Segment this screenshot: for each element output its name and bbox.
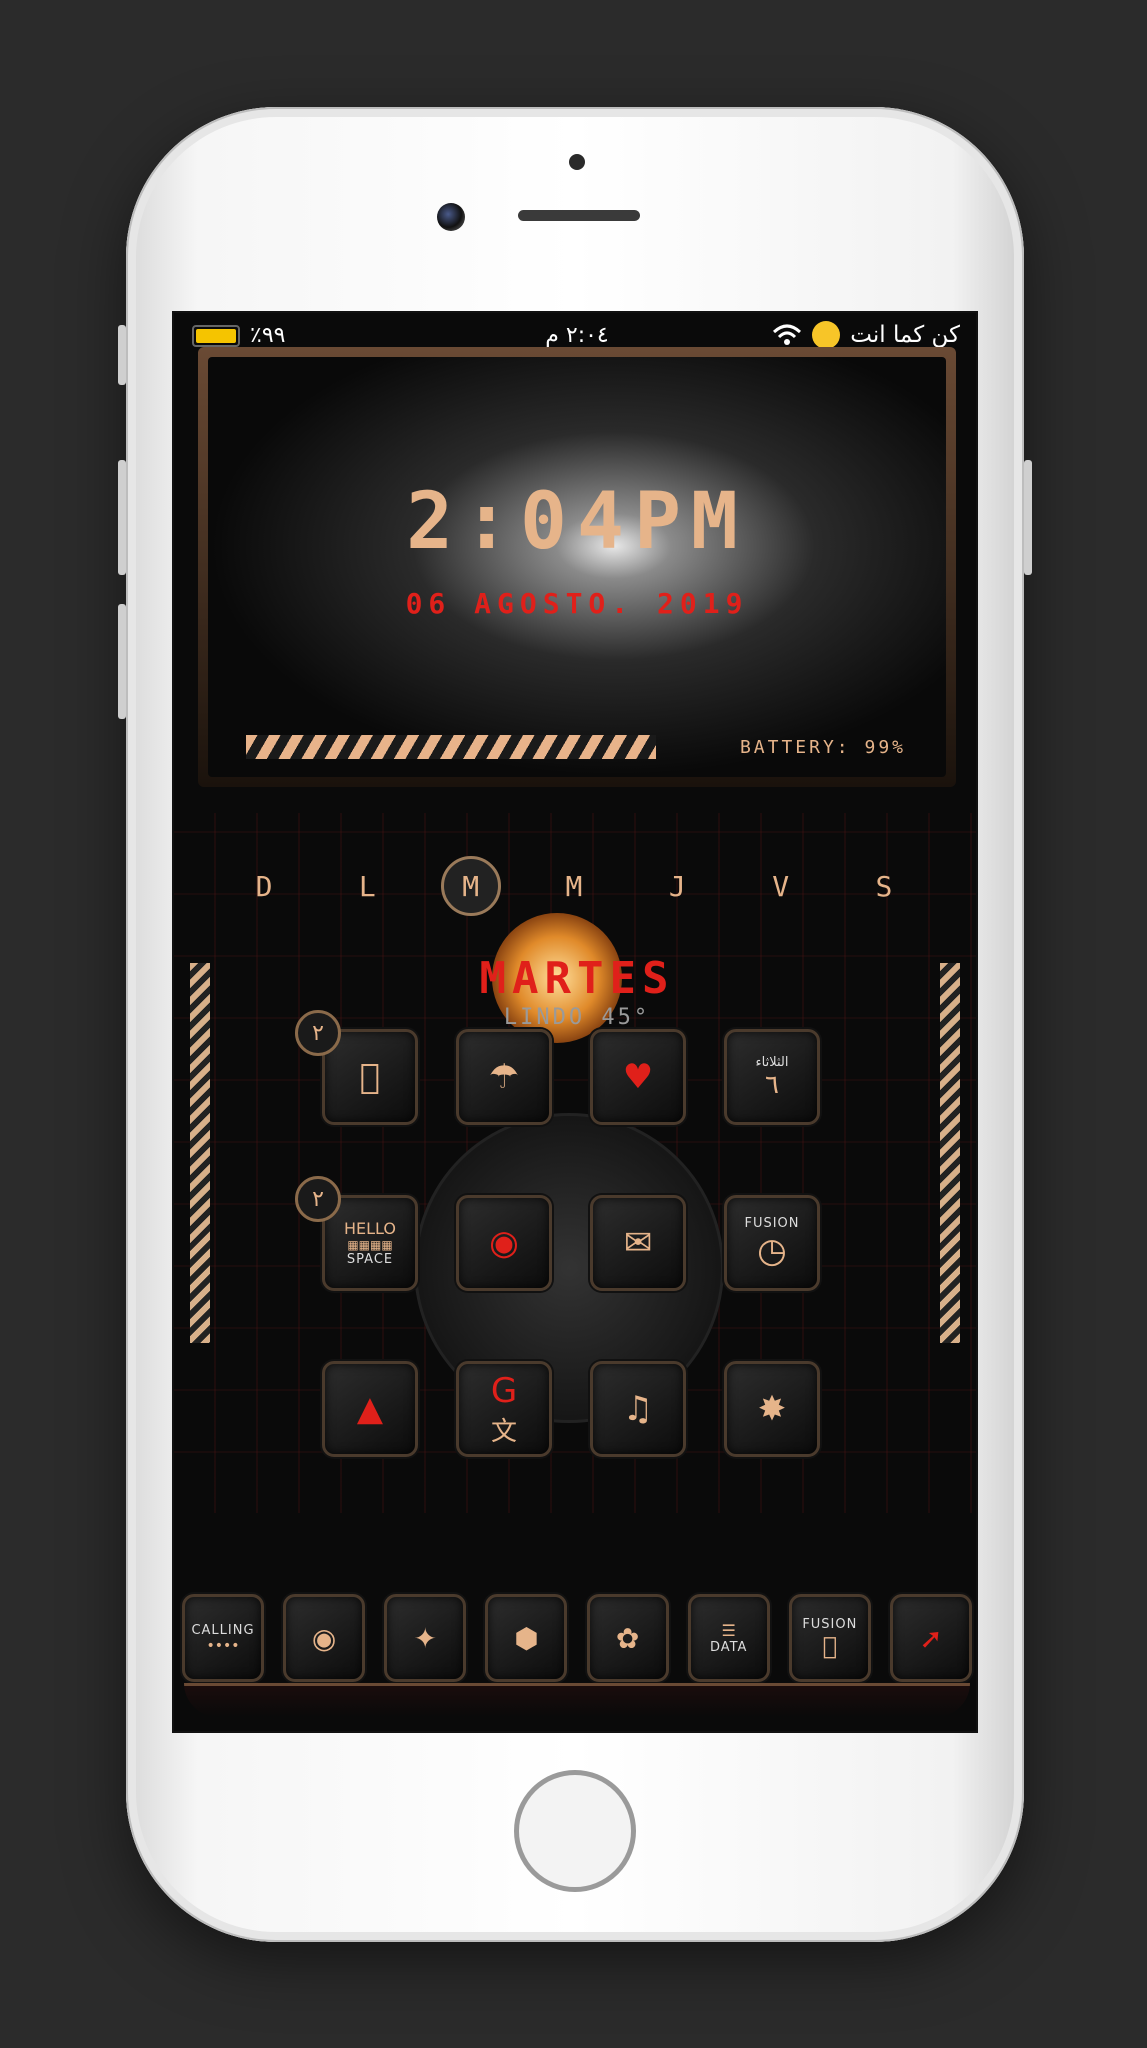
google-g-icon: G	[490, 1370, 518, 1411]
weekday-selector: D L M M J V S	[234, 856, 914, 916]
dock-icon-twitter[interactable]: ✦	[384, 1594, 467, 1682]
hazard-stripe	[246, 735, 656, 759]
phone-dots-icon: ••••	[206, 1637, 240, 1654]
apple-icon: 	[823, 1632, 837, 1660]
app-icon-clock[interactable]: FUSION ◷	[724, 1195, 820, 1291]
bird-icon: ✦	[413, 1621, 438, 1655]
front-camera	[437, 203, 465, 231]
dock-icon-fusion[interactable]: FUSION 	[788, 1594, 871, 1682]
weather-day: MARTES	[479, 953, 675, 1004]
front-sensor	[569, 154, 585, 170]
app-icon-calendar[interactable]: الثلاثاء ٦	[724, 1029, 820, 1125]
wifi-icon	[772, 324, 802, 346]
heart-icon: ♥	[622, 1057, 654, 1097]
dock: CALLING •••• ◉ ✦ ⬢ ✿ ☰ DATA FUSION  ➚	[182, 1583, 972, 1693]
power-button	[1024, 460, 1032, 575]
weekday-6[interactable]: S	[854, 856, 914, 916]
calendar-day-label: الثلاثاء	[755, 1054, 789, 1070]
app-icon-camera[interactable]: ◉	[456, 1195, 552, 1291]
app-grid: ٢  ☂ ♥ الثلاثاء ٦ ٢ HELLO ▦▦▦▦ SPACE ◉ …	[295, 1010, 892, 1457]
carrier-name: كن كما انت	[850, 322, 960, 348]
carrier-area: كن كما انت	[772, 321, 960, 349]
volume-down-button	[118, 604, 126, 719]
eye-icon: ◉	[311, 1621, 337, 1655]
camera-lens-icon: ◉	[489, 1223, 519, 1263]
data-label: DATA	[709, 1640, 748, 1655]
earpiece-speaker	[518, 210, 640, 221]
dock-icon-cube[interactable]: ⬢	[485, 1594, 568, 1682]
notification-badge: ٢	[295, 1010, 341, 1056]
cube-icon: ⬢	[514, 1621, 539, 1655]
app-icon-translate[interactable]: G 文	[456, 1361, 552, 1457]
flower-icon: ✿	[615, 1621, 640, 1655]
calling-label: CALLING	[191, 1622, 255, 1638]
dock-icon-eye[interactable]: ◉	[283, 1594, 366, 1682]
dock-icon-phone[interactable]: CALLING ••••	[182, 1594, 264, 1682]
weekday-5[interactable]: V	[751, 856, 811, 916]
widget-time: 2:04PM	[406, 477, 748, 567]
weekday-1[interactable]: L	[337, 856, 397, 916]
turntable-icon: ♫	[622, 1389, 654, 1429]
widget-battery: BATTERY: 99%	[739, 737, 906, 758]
calendar-date-label: ٦	[765, 1069, 779, 1100]
app-icon-weather[interactable]: ☂	[456, 1029, 552, 1125]
app-icon-apple-store[interactable]: ٢ 	[295, 1010, 418, 1125]
clock-widget-display: 2:04PM 06 AGOSTO. 2019 BATTERY: 99%	[208, 357, 946, 777]
app-icon-music[interactable]: ♫	[590, 1361, 686, 1457]
fusion-label: FUSION	[802, 1616, 858, 1632]
keyboard-space-label: SPACE	[346, 1252, 394, 1267]
apple-icon: 	[360, 1057, 380, 1097]
clock-widget[interactable]: 2:04PM 06 AGOSTO. 2019 BATTERY: 99%	[198, 347, 956, 787]
dock-icon-photos[interactable]: ✿	[586, 1594, 669, 1682]
widget-date: 06 AGOSTO. 2019	[405, 587, 749, 620]
map-pin-icon: ▲	[356, 1389, 384, 1429]
translate-icon: 文	[490, 1416, 517, 1447]
weekday-0[interactable]: D	[234, 856, 294, 916]
weekday-2-active[interactable]: M	[440, 856, 501, 916]
dock-icon-compass[interactable]: ➚	[889, 1594, 972, 1682]
app-icon-health[interactable]: ♥	[590, 1029, 686, 1125]
dock-base	[184, 1683, 970, 1717]
apple-envelope-icon: ✉	[623, 1223, 653, 1263]
aperture-icon: ✸	[757, 1389, 787, 1429]
app-icon-keyboard[interactable]: ٢ HELLO ▦▦▦▦ SPACE	[295, 1176, 418, 1291]
app-icon-app-store[interactable]: ✉	[590, 1195, 686, 1291]
cloud-rain-icon: ☂	[488, 1057, 520, 1097]
volume-up-button	[118, 460, 126, 575]
keyboard-hello-label: HELLO	[344, 1219, 396, 1238]
mute-switch	[118, 325, 126, 385]
dock-icon-data[interactable]: ☰ DATA	[687, 1594, 770, 1682]
weekday-3[interactable]: M	[544, 856, 604, 916]
hug-emoji-icon	[812, 321, 841, 349]
bars-icon: ☰	[721, 1621, 736, 1640]
clock-brand-label: FUSION	[744, 1215, 800, 1231]
weekday-4[interactable]: J	[647, 856, 707, 916]
notification-badge: ٢	[295, 1176, 341, 1222]
compass-icon: ➚	[919, 1621, 943, 1655]
app-icon-maps[interactable]: ▲	[322, 1361, 418, 1457]
clock-icon: ◷	[757, 1230, 787, 1271]
screen: ٪٩٩ ٢:٠٤ م كن كما انت 2:04PM 06 AGOSTO. …	[172, 311, 978, 1733]
app-icon-aperture[interactable]: ✸	[724, 1361, 820, 1457]
keyboard-keys-icon: ▦▦▦▦	[347, 1238, 393, 1252]
home-button[interactable]	[514, 1770, 636, 1892]
weather-conditions: LINDO 45°	[503, 1005, 651, 1030]
